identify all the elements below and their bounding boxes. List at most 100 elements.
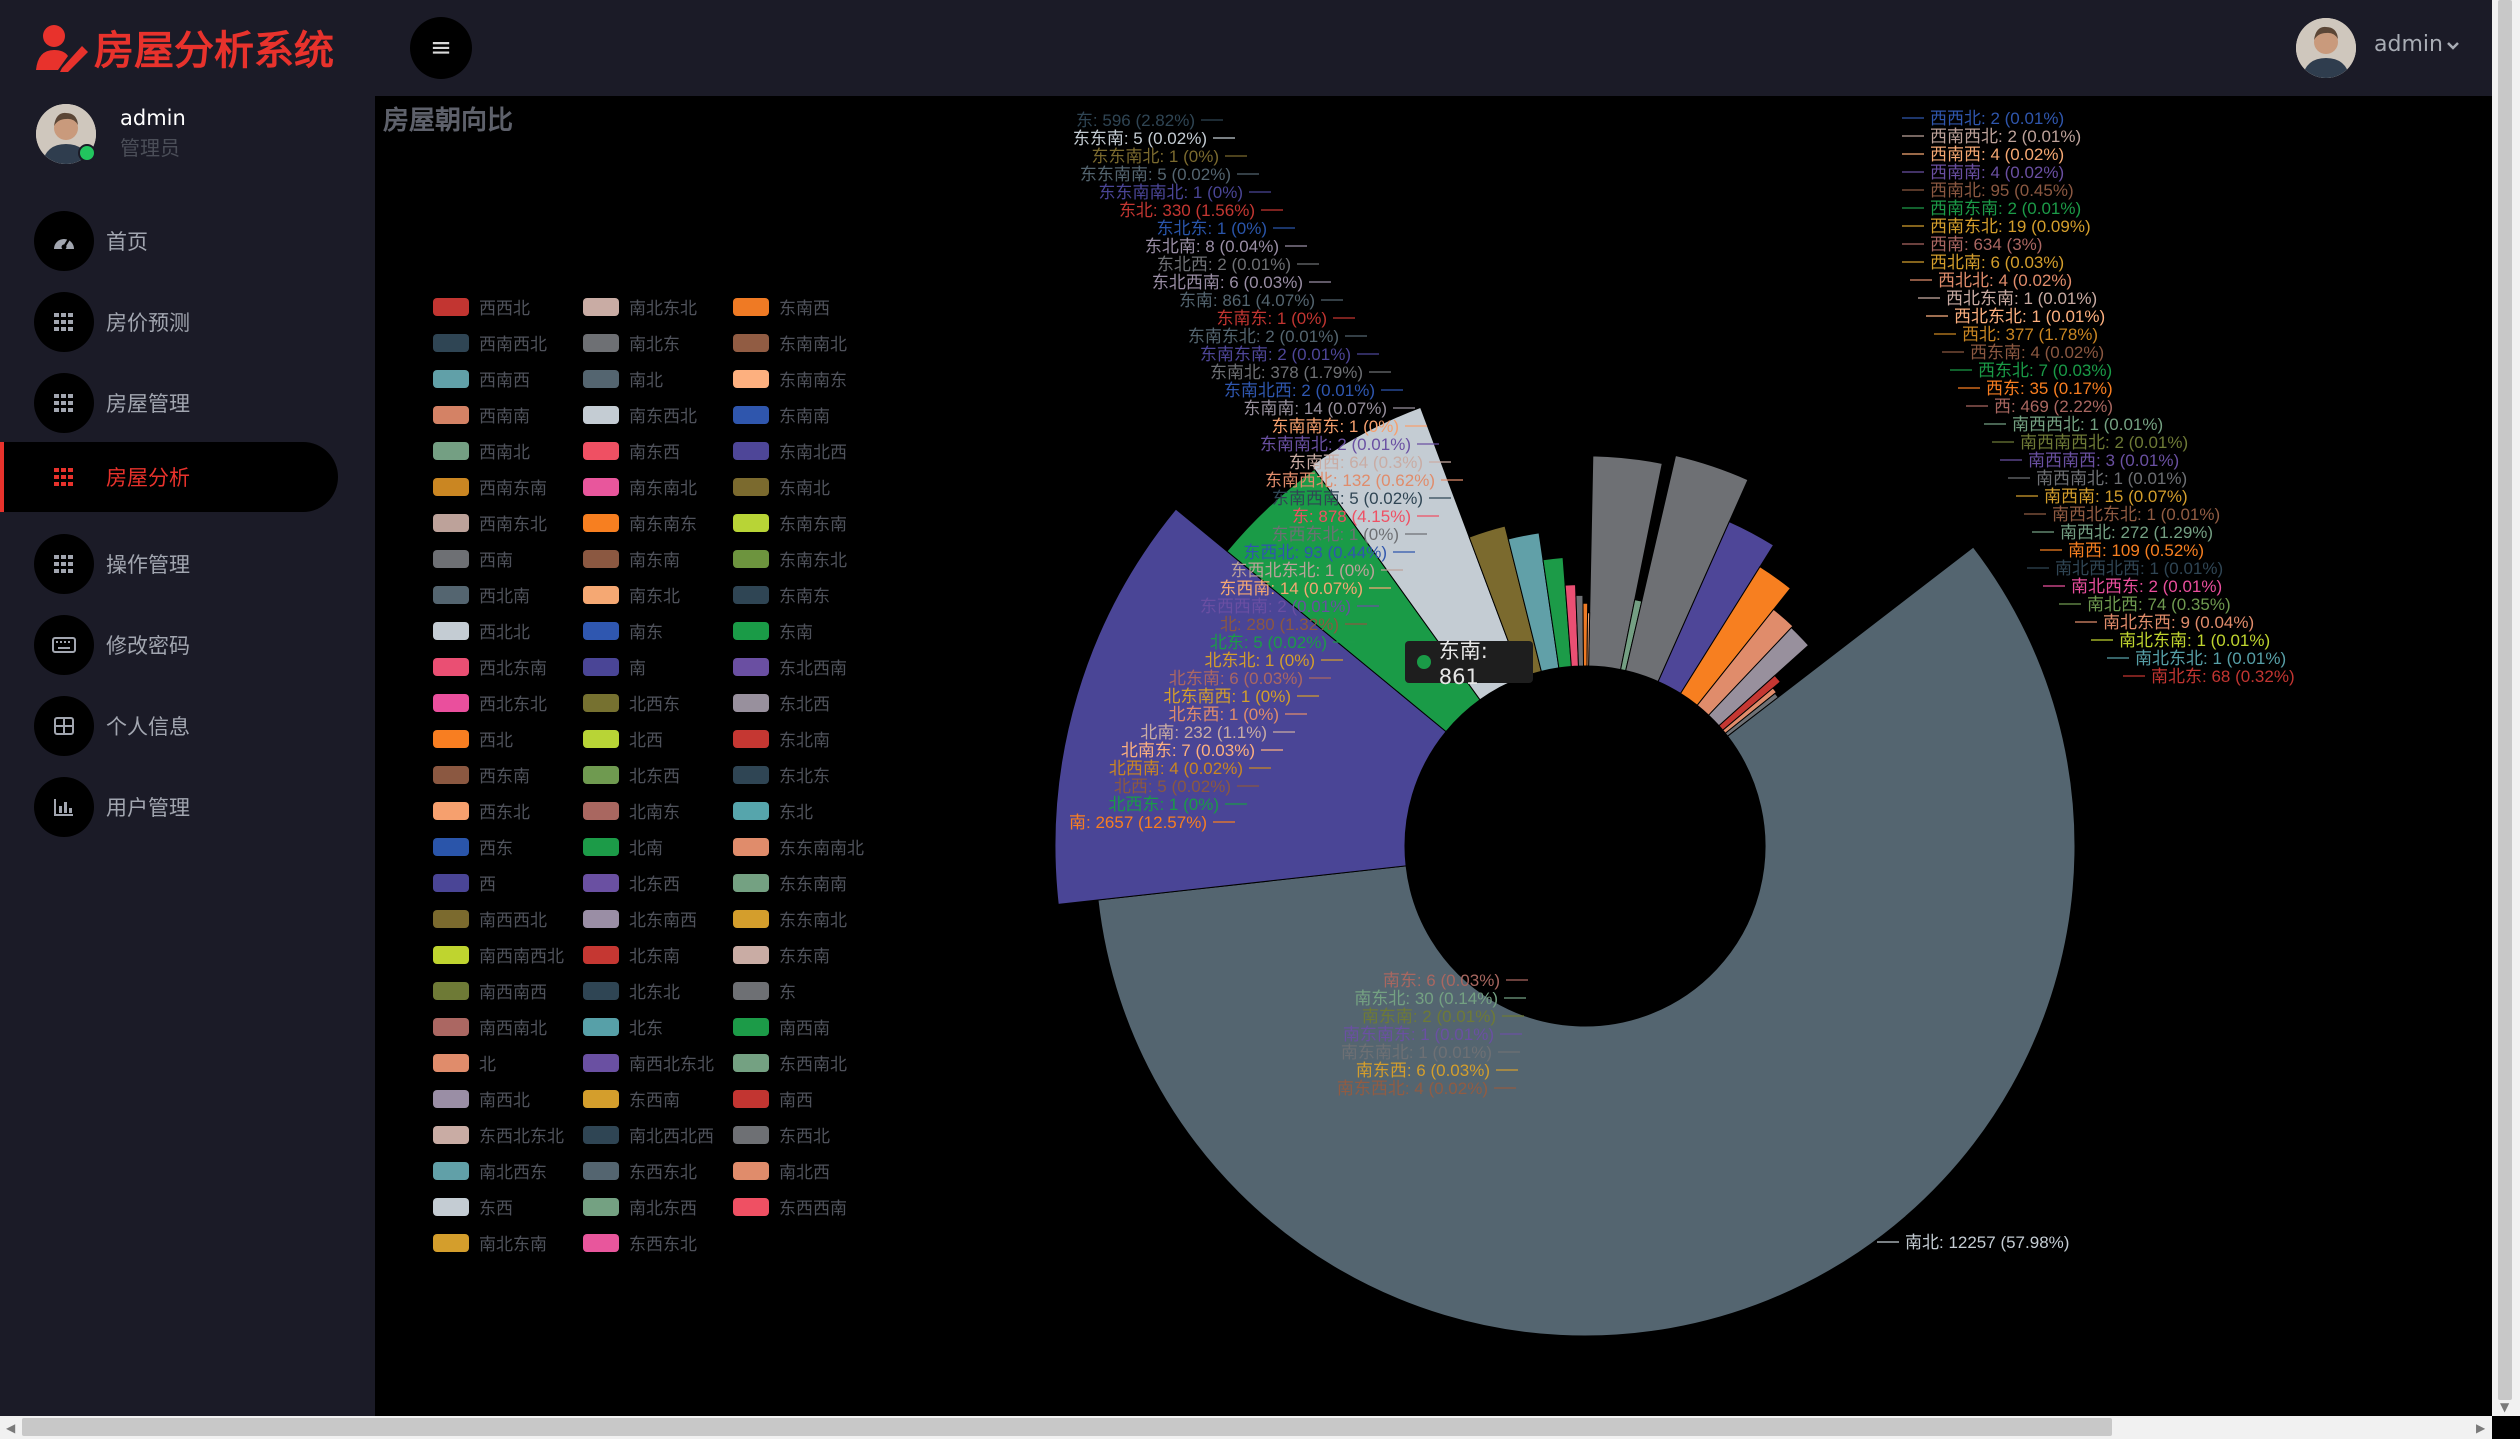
slice-label: 东东南: 5 (0.02%) [1073,129,1207,148]
sidebar-item-label: 房屋分析 [106,466,190,490]
slice-label: 北南东: 7 (0.03%) [1121,741,1255,760]
sidebar-item-label: 修改密码 [106,634,190,658]
slice-label: 南北东北: 1 (0.01%) [2135,649,2286,668]
slice-label: 南东西北: 4 (0.02%) [1337,1079,1488,1098]
horizontal-scrollbar-thumb[interactable] [22,1418,2112,1436]
slice-label: 东南东: 1 (0%) [1216,309,1327,328]
slice-label: 东南西南: 5 (0.02%) [1272,489,1423,508]
slice-label: 北西南: 4 (0.02%) [1109,759,1243,778]
slice-label: 北东北: 1 (0%) [1204,651,1315,670]
sidebar-user-name: admin [120,106,186,130]
menu-toggle-button[interactable]: ≡ [410,17,472,79]
sidebar-item-price-prediction[interactable]: 房价预测 [0,287,338,357]
slice-label: 南东: 6 (0.03%) [1383,971,1500,990]
slice-label: 东北南: 8 (0.04%) [1145,237,1279,256]
slice-label: 西东南: 4 (0.02%) [1970,343,2104,362]
slice-label: 南西西北: 1 (0.01%) [2012,415,2163,434]
slice-label: 东北: 330 (1.56%) [1119,201,1255,220]
slice-label: 东南北西: 2 (0.01%) [1224,381,1375,400]
dashboard-icon [34,211,94,271]
chart-tooltip: 东南: 861 [1405,639,1533,689]
slice-label: 东南东北: 2 (0.01%) [1188,327,1339,346]
slice-label: 西北: 377 (1.78%) [1962,325,2098,344]
slice-label: 北东西: 1 (0%) [1168,705,1279,724]
sidebar-item-label: 个人信息 [106,715,190,739]
slice-label: 西南东南: 2 (0.01%) [1930,199,2081,218]
slice-label: 西南北: 95 (0.45%) [1930,181,2074,200]
grid-icon [34,534,94,594]
slice-label: 西南东北: 19 (0.09%) [1930,217,2091,236]
avatar[interactable] [2296,18,2356,78]
sidebar-item-house-management[interactable]: 房屋管理 [0,368,338,438]
slice-label: 南西北: 272 (1.29%) [2060,523,2213,542]
grid-icon [34,447,94,507]
slice-label: 南北西东: 2 (0.01%) [2071,577,2222,596]
sidebar: admin 管理员 首页 房价预测 房屋管理 房屋分析 操作管理 修改密码 个人… [0,96,375,1416]
sidebar-item-user-management[interactable]: 用户管理 [0,772,338,842]
chevron-down-icon[interactable] [2446,36,2460,55]
scroll-right-arrow-icon[interactable]: ▶ [2476,1421,2485,1435]
slice-label: 东南南北: 2 (0.01%) [1260,435,1411,454]
slice-label: 西南南: 4 (0.02%) [1930,163,2064,182]
vertical-scrollbar-thumb[interactable] [2498,0,2512,1400]
slice-label: 南东北: 30 (0.14%) [1354,989,1498,1008]
slice-label: 南北西北西: 1 (0.01%) [2055,559,2223,578]
table-icon [34,696,94,756]
slice-label: 东西南: 14 (0.07%) [1219,579,1363,598]
chart-panel: 房屋朝向比 西西北 南北东北 东南西 西南西北 南北东 东南南北 西南西 南北 东南南东 西南南南… [375,96,2492,1416]
sidebar-item-label: 房屋管理 [106,392,190,416]
pie-chart[interactable]: 东: 596 (2.82%)东东南: 5 (0.02%)东东南北: 1 (0%)… [375,96,2492,1416]
grid-icon [34,292,94,352]
sidebar-item-home[interactable]: 首页 [0,206,338,276]
scroll-down-arrow-icon[interactable]: ▼ [2500,1400,2509,1414]
slice-label: 东南南: 14 (0.07%) [1243,399,1387,418]
slice-label: 东北东: 1 (0%) [1156,219,1267,238]
slice-label: 南西: 109 (0.52%) [2068,541,2204,560]
top-bar: 房屋分析系统 ≡ admin [0,0,2492,96]
slice-label: 东北西南: 6 (0.03%) [1152,273,1303,292]
sidebar-item-label: 操作管理 [106,553,190,577]
slice-label: 东西北东北: 1 (0%) [1230,561,1375,580]
sidebar-item-label: 房价预测 [106,311,190,335]
slice-label: 南西南北: 1 (0.01%) [2036,469,2187,488]
sidebar-item-label: 用户管理 [106,796,190,820]
slice-label: 南西南西: 3 (0.01%) [2028,451,2179,470]
hamburger-icon: ≡ [430,33,452,63]
slice-label: 东北西: 2 (0.01%) [1157,255,1291,274]
scroll-left-arrow-icon[interactable]: ◀ [6,1421,15,1435]
sidebar-item-house-analysis[interactable]: 房屋分析 [0,442,338,512]
slice-label: 西东北: 7 (0.03%) [1978,361,2112,380]
slice-label: 南北西: 74 (0.35%) [2087,595,2231,614]
slice-label: 东南南东: 1 (0%) [1271,417,1399,436]
slice-label: 西: 469 (2.22%) [1994,397,2113,416]
user-edit-icon [34,22,90,72]
slice-label: 南: 2657 (12.57%) [1069,813,1207,832]
slice-label: 北东南西: 1 (0%) [1163,687,1291,706]
slice-label: 西南西: 4 (0.02%) [1930,145,2064,164]
app-title: 房屋分析系统 [94,28,334,74]
slice-label: 东南西: 64 (0.3%) [1289,453,1423,472]
slice-label: 西西北: 2 (0.01%) [1930,109,2064,128]
slice-label: 北东: 5 (0.02%) [1210,633,1327,652]
slice-label: 北: 280 (1.32%) [1220,615,1339,634]
slice-label: 南西北东北: 1 (0.01%) [2052,505,2220,524]
slice-label: 东: 596 (2.82%) [1076,111,1195,130]
slice-label: 东南: 861 (4.07%) [1179,291,1315,310]
user-menu[interactable]: admin [2374,32,2443,57]
slice-label: 东西东北: 1 (0%) [1271,525,1399,544]
slice-label: 东东南南北: 1 (0%) [1098,183,1243,202]
grid-icon [34,373,94,433]
slice-label: 西东: 35 (0.17%) [1986,379,2113,398]
slice-label: 南东南东: 1 (0.01%) [1343,1025,1494,1044]
slice-label: 西北东南: 1 (0.01%) [1946,289,2097,308]
slice-label: 西南: 634 (3%) [1930,235,2042,254]
sidebar-item-operation-management[interactable]: 操作管理 [0,529,338,599]
sidebar-item-change-password[interactable]: 修改密码 [0,610,338,680]
slice-label: 东南北: 378 (1.79%) [1210,363,1363,382]
slice-label: 南北东: 68 (0.32%) [2151,667,2295,686]
slice-label: 东: 878 (4.15%) [1292,507,1411,526]
slice-label: 西南西北: 2 (0.01%) [1930,127,2081,146]
app-logo[interactable]: 房屋分析系统 [34,18,334,76]
bar-chart-icon [34,777,94,837]
sidebar-item-profile[interactable]: 个人信息 [0,691,338,761]
